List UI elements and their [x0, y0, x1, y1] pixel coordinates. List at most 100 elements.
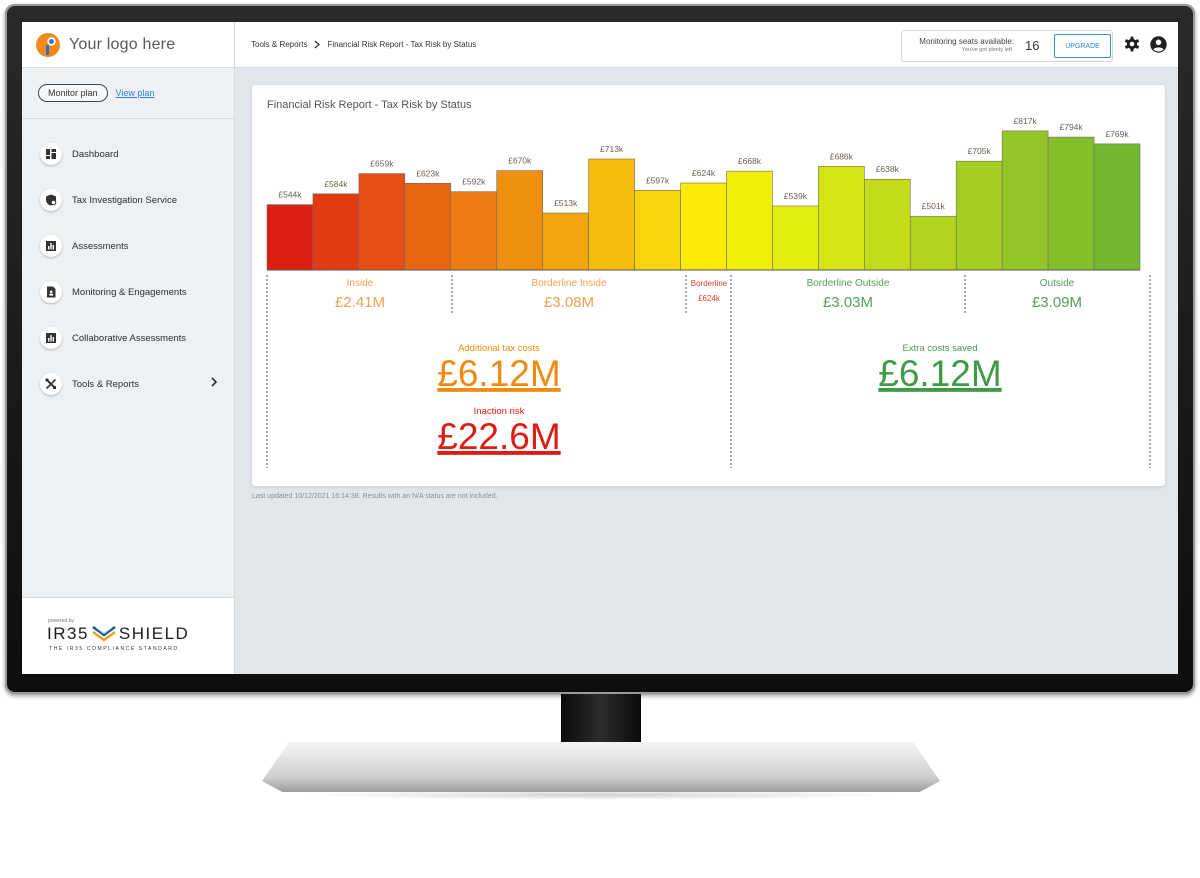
- sidebar-item-label: Assessments: [72, 240, 129, 252]
- bar-value-label: £638k: [876, 164, 900, 174]
- monitor-plan-button[interactable]: Monitor plan: [38, 84, 108, 102]
- chart-bar: [772, 205, 819, 271]
- chart-bar: [1093, 143, 1141, 271]
- sidebar-footer: powered by IR35 SHIELD THE IR35 COMPLIAN…: [22, 597, 234, 674]
- last-updated-note: Last updated 10/12/2021 16:14:38. Result…: [252, 493, 498, 500]
- group-total: £624k: [698, 294, 721, 303]
- upgrade-button[interactable]: UPGRADE: [1054, 34, 1111, 58]
- report-card: Financial Risk Report - Tax Risk by Stat…: [252, 85, 1165, 486]
- chart-bar: [1001, 130, 1049, 271]
- bar-value-label: £659k: [370, 159, 394, 169]
- sidebar-item-tools-reports[interactable]: Tools & Reports: [22, 361, 234, 407]
- bar-value-label: £597k: [646, 175, 670, 185]
- tools-icon: [40, 373, 62, 395]
- chart-bar: [404, 182, 452, 271]
- sidebar: Your logo here Monitor plan View plan Da…: [22, 22, 235, 674]
- group-label: Borderline: [691, 279, 728, 288]
- chart-bar: [312, 193, 360, 271]
- seats-box: Monitoring seats available: You've got p…: [901, 30, 1113, 62]
- monitor-base: [262, 742, 940, 792]
- logo-text: Your logo here: [69, 35, 176, 53]
- bar-value-label: £686k: [830, 151, 854, 161]
- brand-right: SHIELD: [118, 624, 190, 643]
- bar-value-label: £713k: [600, 144, 624, 154]
- chart-bar: [1047, 136, 1095, 271]
- brand-tagline: THE IR35 COMPLIANCE STANDARD: [49, 646, 179, 652]
- gear-icon[interactable]: [1124, 36, 1140, 52]
- bar-value-label: £539k: [784, 191, 808, 201]
- breadcrumb: Tools & Reports Financial Risk Report - …: [251, 40, 476, 49]
- bar-value-label: £705k: [968, 146, 992, 156]
- inaction-risk-value: £22.6M: [437, 416, 560, 457]
- bar-value-label: £501k: [922, 201, 946, 211]
- chevron-right-icon: [315, 40, 321, 49]
- view-plan-link[interactable]: View plan: [116, 88, 155, 98]
- bar-value-label: £670k: [508, 156, 532, 166]
- sidebar-item-label: Monitoring & Engagements: [72, 286, 187, 298]
- group-total: £3.03M: [823, 294, 873, 311]
- chart-bar: [496, 170, 543, 271]
- group-total: £2.41M: [335, 294, 385, 311]
- chart-bar: [588, 158, 635, 271]
- bar-value-label: £513k: [554, 198, 578, 208]
- breadcrumb-item-current: Financial Risk Report - Tax Risk by Stat…: [327, 40, 477, 49]
- bar-chart-icon: [40, 327, 62, 349]
- brand-left: IR35: [47, 624, 89, 643]
- chevron-mark-icon: [92, 626, 116, 642]
- seats-count: 16: [1025, 38, 1040, 53]
- chart-bar: [818, 165, 865, 271]
- bar-value-label: £668k: [738, 156, 762, 166]
- chevron-right-icon: [211, 377, 218, 387]
- chart-bar: [634, 190, 681, 271]
- group-label: Inside: [347, 278, 374, 289]
- sidebar-item-monitoring[interactable]: Monitoring & Engagements: [22, 269, 234, 315]
- sidebar-item-assessments[interactable]: Assessments: [22, 223, 234, 269]
- bar-value-label: £592k: [462, 177, 486, 187]
- shield-icon: [40, 189, 62, 211]
- sidebar-item-tax-investigation[interactable]: Tax Investigation Service: [22, 177, 234, 223]
- chart-bar: [450, 191, 498, 271]
- group-label: Borderline Outside: [807, 278, 890, 289]
- sidebar-item-label: Dashboard: [72, 148, 119, 160]
- group-total: £3.08M: [544, 294, 594, 311]
- bar-value-label: £794k: [1059, 122, 1083, 132]
- bar-value-label: £817k: [1014, 116, 1038, 126]
- sidebar-item-collaborative[interactable]: Collaborative Assessments: [22, 315, 234, 361]
- additional-tax-costs-value: £6.12M: [437, 353, 560, 394]
- chart-bar: [909, 215, 957, 271]
- document-person-icon: [40, 281, 62, 303]
- bar-value-label: £769k: [1105, 129, 1129, 139]
- chart-bar: [864, 178, 911, 271]
- logo-icon: [36, 32, 60, 57]
- sidebar-item-label: Collaborative Assessments: [72, 332, 187, 344]
- monitor-neck: [561, 694, 641, 746]
- group-label: Outside: [1040, 278, 1075, 289]
- chart-bar: [358, 173, 406, 271]
- extra-costs-saved-value: £6.12M: [878, 353, 1001, 394]
- ir35-shield-logo: IR35 SHIELD: [47, 624, 189, 644]
- tax-risk-chart: £544k £584k £659k £623k £592k £670k £513k £713k…: [266, 116, 1151, 468]
- sidebar-item-dashboard[interactable]: Dashboard: [22, 131, 234, 177]
- chart-bar: [680, 182, 727, 271]
- chart-bar: [726, 170, 773, 271]
- bar-value-label: £584k: [324, 179, 348, 189]
- seats-label: Monitoring seats available:: [919, 37, 1014, 46]
- logo-area[interactable]: Your logo here: [22, 22, 234, 68]
- breadcrumb-item-tools-reports[interactable]: Tools & Reports: [251, 40, 307, 49]
- bar-value-label: £623k: [416, 168, 440, 178]
- sidebar-nav: Dashboard Tax Investigation Service Asse…: [22, 119, 234, 407]
- bar-value-label: £544k: [278, 190, 302, 200]
- seats-sub-label: You've got plenty left: [961, 47, 1012, 53]
- chart-bar: [542, 212, 589, 271]
- chart-bar: [955, 160, 1003, 271]
- account-circle-icon[interactable]: [1150, 36, 1167, 53]
- screen: Your logo here Monitor plan View plan Da…: [22, 22, 1178, 674]
- top-bar: Tools & Reports Financial Risk Report - …: [235, 22, 1178, 68]
- plan-row: Monitor plan View plan: [22, 68, 234, 119]
- chart-bar: [266, 204, 314, 271]
- group-total: £3.09M: [1032, 294, 1082, 311]
- sidebar-item-label: Tools & Reports: [72, 378, 140, 390]
- bar-value-label: £624k: [692, 168, 716, 178]
- bar-chart-icon: [40, 235, 62, 257]
- dashboard-icon: [40, 143, 62, 165]
